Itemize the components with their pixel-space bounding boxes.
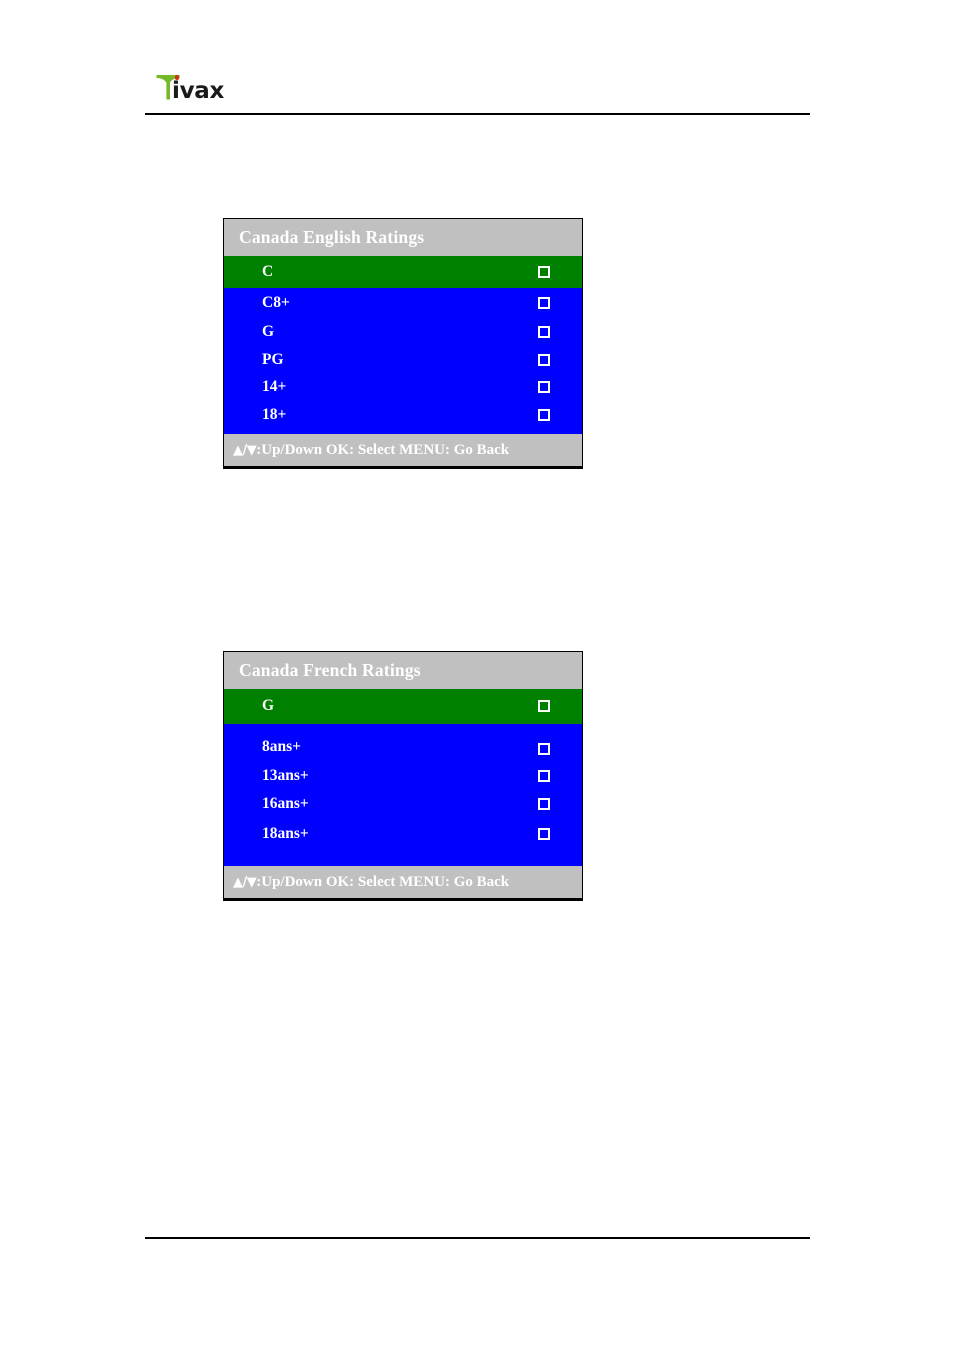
checkbox-icon[interactable] [538,742,550,755]
checkbox-icon[interactable] [538,408,550,421]
panel-footer-hint: ▲/▼:Up/Down OK: Select MENU: Go Back [224,865,582,900]
panel-title: Canada English Ratings [224,219,582,256]
panel-title: Canada French Ratings [224,652,582,689]
panel-footer-hint: ▲/▼:Up/Down OK: Select MENU: Go Back [224,433,582,468]
list-item[interactable]: 8ans+ [224,724,582,761]
rating-label: 18ans+ [262,824,309,842]
rating-label: C [262,262,274,280]
list-item[interactable]: 13ans+ [224,761,582,791]
rating-label: 16ans+ [262,794,309,812]
rating-label: G [262,322,275,340]
rating-label: 8ans+ [262,738,301,756]
rating-label: 13ans+ [262,766,309,784]
checkbox-icon[interactable] [538,353,550,366]
checkbox-icon[interactable] [538,769,550,782]
rating-label: PG [262,350,284,368]
list-item[interactable]: 16ans+ [224,791,582,817]
ratings-list: C C8+ G PG 14+ 18+ [224,255,582,434]
checkbox-icon[interactable] [538,265,550,278]
checkbox-icon[interactable] [538,797,550,810]
rating-label: 14+ [262,377,287,395]
page-header: ivax [145,62,810,114]
rating-label: 18+ [262,405,287,423]
footer-hint-text: :Up/Down OK: Select MENU: Go Back [256,873,510,890]
updown-arrows-icon: ▲/▼ [233,442,257,458]
checkbox-icon[interactable] [538,700,550,713]
list-item[interactable]: G [224,318,582,346]
brand-logo-text: ivax [172,75,225,104]
list-item[interactable]: 18+ [224,400,582,430]
list-item[interactable]: PG [224,346,582,374]
logo-dot-icon [174,75,179,80]
list-item[interactable]: C [224,255,582,288]
list-item[interactable]: C8+ [224,288,582,318]
rating-label: C8+ [262,293,290,311]
list-item[interactable]: 14+ [224,374,582,400]
rating-label: G [262,697,275,715]
checkbox-icon[interactable] [538,827,550,840]
osd-panel-canada-french-ratings: Canada French Ratings G 8ans+ 13ans+ 16a… [223,651,583,901]
updown-arrows-icon: ▲/▼ [233,874,257,890]
logo-wordmark: ivax [172,78,225,104]
footer-hint-text: :Up/Down OK: Select MENU: Go Back [256,441,510,458]
list-item[interactable]: G [224,688,582,724]
brand-logo: ivax [155,70,224,104]
header-rule [145,113,810,115]
checkbox-icon[interactable] [538,325,550,338]
footer-rule [145,1237,810,1239]
osd-panel-canada-english-ratings: Canada English Ratings C C8+ G PG 14+ 18… [223,218,583,469]
list-item[interactable]: 18ans+ [224,817,582,851]
checkbox-icon[interactable] [538,380,550,393]
checkbox-icon[interactable] [538,296,550,309]
ratings-list: G 8ans+ 13ans+ 16ans+ 18ans+ [224,688,582,866]
